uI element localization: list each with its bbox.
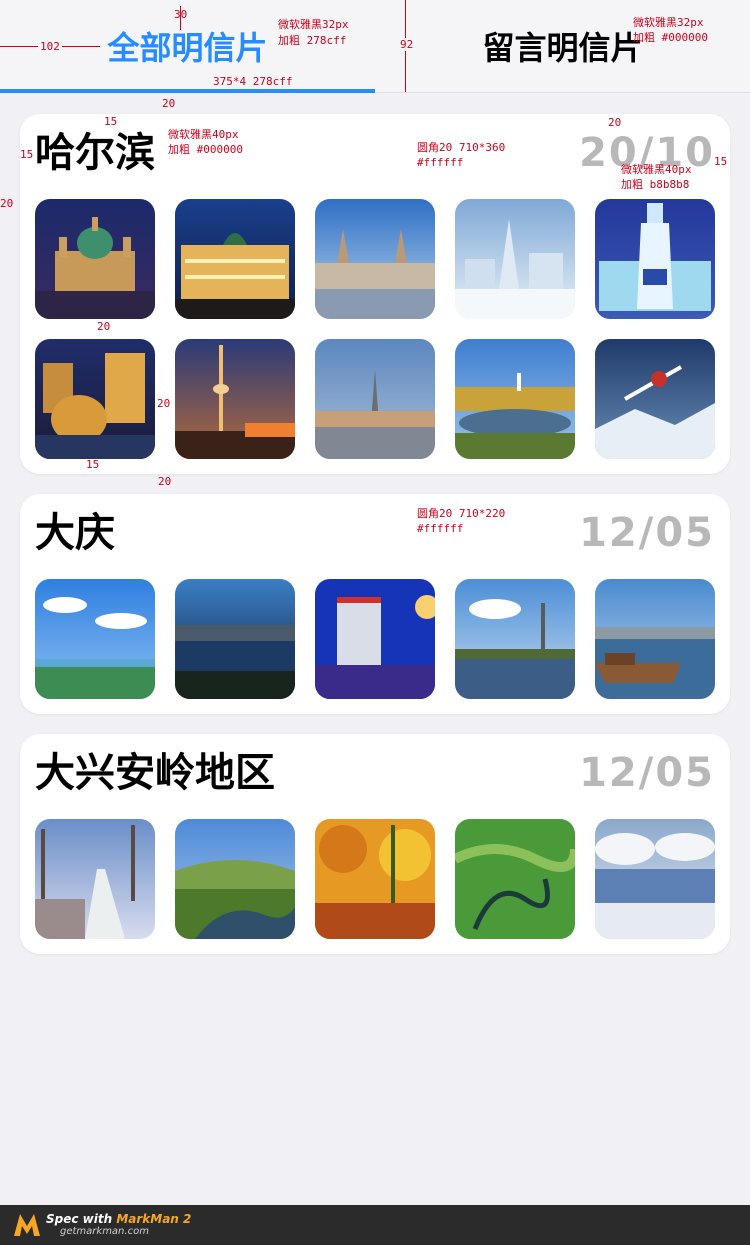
tab-active-weight-note: 加粗 278cff: [278, 34, 347, 47]
title-weight-note: 加粗 #000000: [168, 143, 243, 156]
photo-grid: [35, 819, 715, 939]
spacing-label-15: 15: [714, 155, 728, 168]
city-card-daxinganling[interactable]: 大兴安岭地区 12/05: [20, 734, 730, 954]
tab-message-postcards[interactable]: 留言明信片: [375, 0, 750, 92]
card-color-note: #ffffff: [417, 522, 464, 535]
photo-thumbnail[interactable]: [35, 819, 155, 939]
card-date: 12/05: [579, 750, 715, 796]
photo-thumbnail[interactable]: [175, 199, 295, 319]
footer-url: getmarkman.com: [60, 1226, 149, 1237]
markman-logo-icon: [12, 1212, 42, 1238]
spacing-label-92: 92: [398, 38, 416, 51]
spacing-label-20: 20: [97, 320, 111, 333]
spacing-label-20: 20: [162, 97, 176, 110]
photo-thumbnail[interactable]: [595, 819, 715, 939]
photo-thumbnail[interactable]: [455, 579, 575, 699]
photo-thumbnail[interactable]: [35, 339, 155, 459]
photo-thumbnail[interactable]: [315, 579, 435, 699]
photo-thumbnail[interactable]: [35, 199, 155, 319]
tab-inactive-weight-note: 加粗 #000000: [633, 31, 708, 44]
photo-thumbnail[interactable]: [315, 819, 435, 939]
card-date: 12/05: [579, 510, 715, 556]
spacing-label-20: 20: [158, 475, 172, 488]
card-spec-note: 圆角20 710*220: [417, 507, 506, 520]
markman-footer: Spec with MarkMan 2 getmarkman.com: [0, 1205, 750, 1245]
photo-thumbnail[interactable]: [175, 819, 295, 939]
date-font-note: 微软雅黑40px: [621, 163, 692, 176]
spacing-label-15: 15: [20, 148, 34, 161]
photo-thumbnail[interactable]: [595, 339, 715, 459]
photo-thumbnail[interactable]: [595, 579, 715, 699]
city-name: 大庆: [35, 510, 115, 556]
photo-grid: [35, 199, 715, 459]
spacing-label-20: 20: [157, 397, 171, 410]
city-name: 哈尔滨: [35, 130, 155, 176]
title-font-note: 微软雅黑40px: [168, 128, 239, 141]
photo-thumbnail[interactable]: [455, 339, 575, 459]
photo-thumbnail[interactable]: [175, 579, 295, 699]
photo-thumbnail[interactable]: [455, 819, 575, 939]
photo-thumbnail[interactable]: [315, 199, 435, 319]
photo-thumbnail[interactable]: [595, 199, 715, 319]
photo-thumbnail[interactable]: [175, 339, 295, 459]
photo-thumbnail[interactable]: [455, 199, 575, 319]
card-color-note: #ffffff: [417, 156, 464, 169]
tab-bar: 全部明信片 留言明信片: [0, 0, 750, 93]
date-weight-note: 加粗 b8b8b8: [621, 178, 690, 191]
underline-note: 375*4 278cff: [213, 75, 293, 88]
tab-inactive-font-note: 微软雅黑32px: [633, 16, 704, 29]
footer-title: Spec with MarkMan 2: [46, 1212, 192, 1226]
spacing-label-15: 15: [104, 115, 118, 128]
tab-active-font-note: 微软雅黑32px: [278, 18, 349, 31]
spacing-marker: [180, 6, 181, 30]
city-name: 大兴安岭地区: [35, 750, 275, 796]
photo-thumbnail[interactable]: [35, 579, 155, 699]
spacing-label-20: 20: [608, 116, 622, 129]
photo-grid: [35, 579, 715, 699]
active-tab-underline: [0, 89, 375, 93]
photo-thumbnail[interactable]: [315, 339, 435, 459]
card-spec-note: 圆角20 710*360: [417, 141, 506, 154]
spacing-label-102: 102: [38, 40, 62, 53]
spacing-label-15: 15: [86, 458, 100, 471]
spacing-label-20: 20: [0, 197, 14, 210]
city-card-daqing[interactable]: 大庆 12/05: [20, 494, 730, 714]
